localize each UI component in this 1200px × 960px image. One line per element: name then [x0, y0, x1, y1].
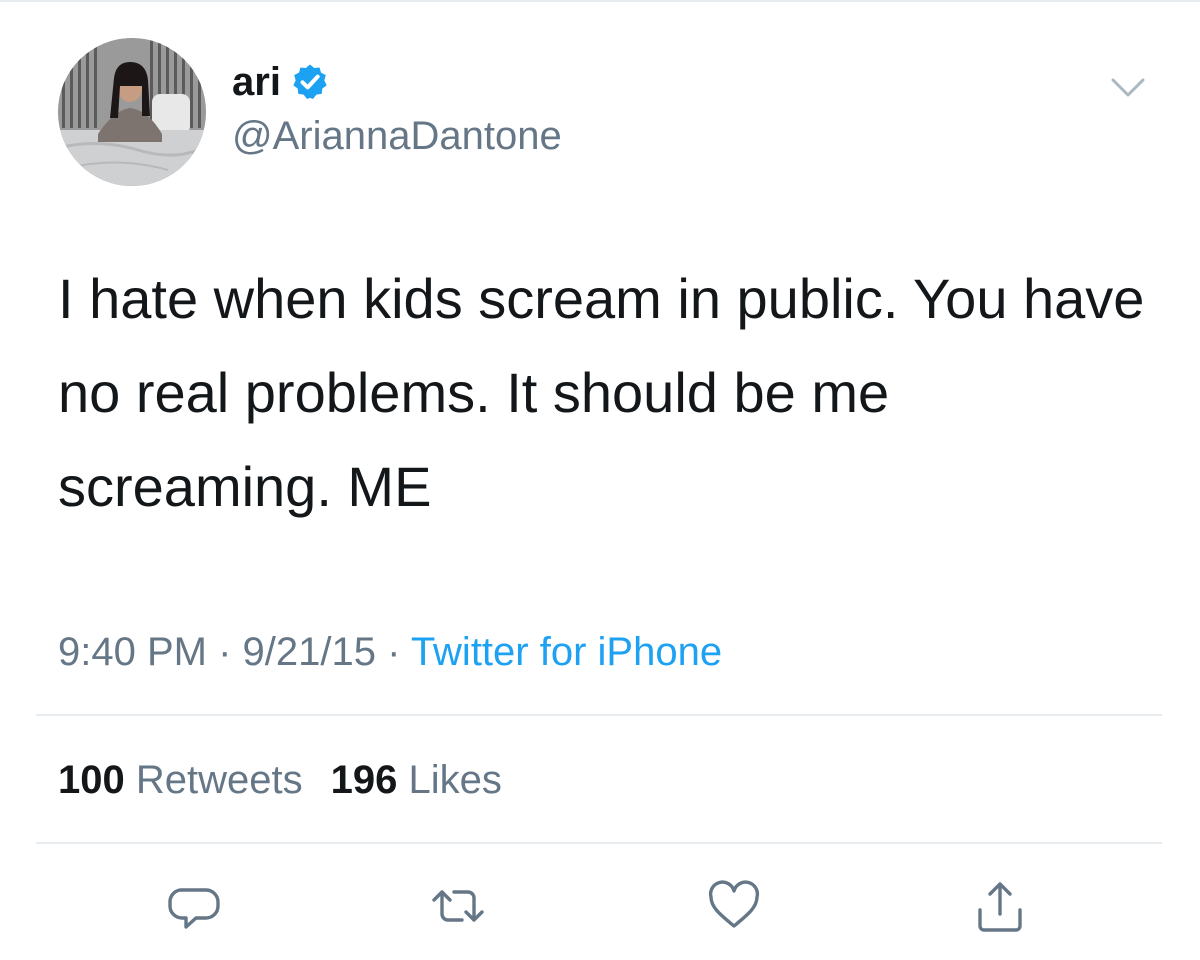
avatar[interactable] [58, 38, 206, 186]
display-name[interactable]: ari [232, 58, 281, 106]
verified-badge-icon [293, 64, 327, 99]
tweet-stats: 100 Retweets 196 Likes [58, 754, 502, 806]
profile-photo-icon [58, 38, 206, 186]
share-button[interactable] [972, 878, 1028, 934]
share-icon [978, 882, 1022, 932]
reply-button[interactable] [166, 878, 222, 934]
meta-separator: · [375, 630, 411, 674]
like-button[interactable] [706, 878, 762, 934]
top-divider [0, 0, 1200, 2]
divider [36, 714, 1162, 716]
tweet-date: 9/21/15 [242, 630, 376, 674]
retweet-button[interactable] [430, 878, 486, 934]
tweet-meta: 9:40 PM · 9/21/15 · Twitter for iPhone [58, 626, 722, 678]
retweet-icon [432, 890, 484, 922]
likes-count: 196 [330, 758, 398, 802]
retweets-label: Retweets [135, 758, 303, 802]
chevron-down-icon[interactable] [1110, 76, 1146, 100]
like-icon [708, 880, 760, 928]
tweet-text: I hate when kids scream in public. You h… [58, 267, 1145, 518]
reply-icon [168, 888, 220, 929]
user-handle[interactable]: @AriannaDantone [232, 112, 562, 160]
likes-stat[interactable]: 196 Likes [331, 758, 502, 802]
meta-separator: · [206, 630, 243, 674]
retweets-stat[interactable]: 100 Retweets [58, 758, 303, 802]
divider [36, 842, 1162, 844]
retweets-count: 100 [58, 758, 125, 802]
tweet-source-link[interactable]: Twitter for iPhone [411, 630, 722, 674]
likes-label: Likes [408, 758, 502, 802]
tweet-time: 9:40 PM [58, 630, 207, 674]
